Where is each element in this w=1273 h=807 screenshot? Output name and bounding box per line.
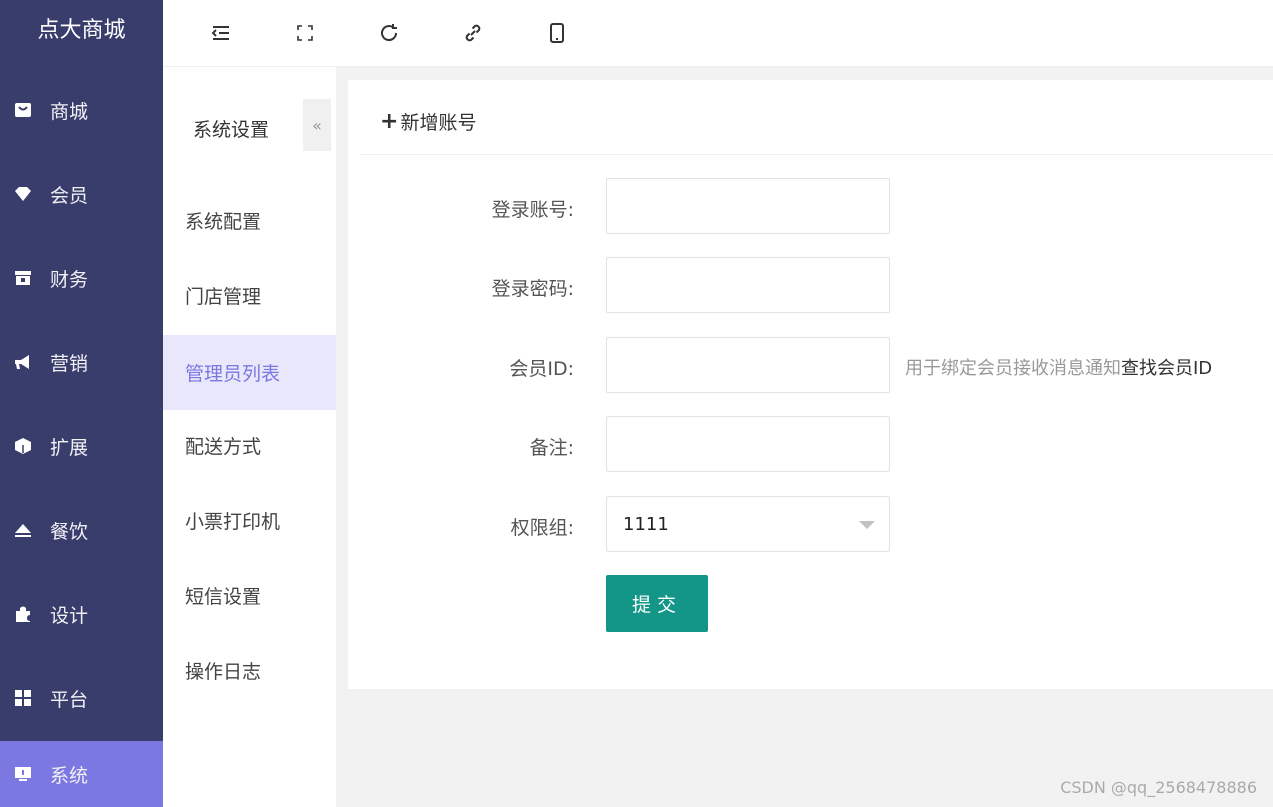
app-root: 点大商城 商城 会员 财务 营销 扩展 餐饮 设计 平台 系统 系统设置 « 系… [0,0,1273,807]
sidebar-item-catering[interactable]: 餐饮 [0,497,163,563]
sidebar-item-label: 营销 [50,352,89,375]
cube-icon [12,435,34,457]
remark-label: 备注: [529,437,574,459]
permission-group-label: 权限组: [510,517,574,539]
member-id-input[interactable] [606,337,890,393]
sidebar-item-finance[interactable]: 财务 [0,245,163,311]
member-id-hint-text: 用于绑定会员接收消息通知 [905,358,1121,379]
submenu-item-admin-list[interactable]: 管理员列表 [163,335,336,410]
sidebar-item-platform[interactable]: 平台 [0,665,163,731]
watermark: CSDN @qq_2568478886 [1060,778,1257,797]
store-icon [12,99,34,121]
account-label: 登录账号: [491,199,574,221]
brand-title: 点大商城 [37,18,126,43]
wallet-icon [12,267,34,289]
admin-form-card: + 新增账号 登录账号: 登录密码: 会员ID: 用于绑定会员接收消息通知查找会… [348,80,1273,689]
megaphone-icon [12,351,34,373]
diamond-icon [12,183,34,205]
password-input[interactable] [606,257,890,313]
sidebar-item-label: 平台 [50,688,89,711]
sidebar-item-system[interactable]: 系统 [0,741,163,807]
submit-button[interactable]: 提交 [606,575,708,632]
sidebar-item-design[interactable]: 设计 [0,581,163,647]
menu-fold-icon[interactable] [205,17,237,49]
find-member-id-link[interactable]: 查找会员ID [1121,358,1212,379]
sidebar-item-label: 会员 [50,184,89,207]
sidebar-item-extension[interactable]: 扩展 [0,413,163,479]
remark-input[interactable] [606,416,890,472]
puzzle-icon [12,603,34,625]
plus-icon: + [380,108,399,134]
eject-icon [12,519,34,541]
monitor-icon [12,763,34,785]
sidebar-item-label: 设计 [50,604,89,627]
submenu-item-printer[interactable]: 小票打印机 [163,483,336,558]
member-id-hint: 用于绑定会员接收消息通知查找会员ID [905,354,1212,380]
sidebar-item-member[interactable]: 会员 [0,161,163,227]
grid-icon [12,687,34,709]
sidebar-item-label: 财务 [50,268,89,291]
sidebar-item-label: 商城 [50,100,89,123]
submenu-item-system-config[interactable]: 系统配置 [163,183,336,258]
sidebar-item-label: 扩展 [50,436,89,459]
system-submenu: 系统设置 « 系统配置 门店管理 管理员列表 配送方式 小票打印机 短信设置 操… [163,67,336,807]
permission-group-select[interactable]: 1111 [606,496,890,552]
card-header: + 新增账号 [360,80,1273,155]
caret-down-icon [859,521,875,529]
submenu-item-sms[interactable]: 短信设置 [163,558,336,633]
submenu-item-delivery[interactable]: 配送方式 [163,408,336,483]
account-input[interactable] [606,178,890,234]
member-id-label: 会员ID: [509,358,574,380]
sidebar-item-marketing[interactable]: 营销 [0,329,163,395]
password-label: 登录密码: [491,278,574,300]
fullscreen-icon[interactable] [289,17,321,49]
permission-group-value: 1111 [623,513,669,535]
submenu-item-operation-log[interactable]: 操作日志 [163,633,336,708]
add-account-label: 新增账号 [400,112,477,134]
sidebar-item-label: 系统 [50,764,89,787]
main-sidebar: 点大商城 商城 会员 财务 营销 扩展 餐饮 设计 平台 系统 [0,0,163,807]
top-toolbar [163,0,1273,67]
submenu-title: 系统设置 [193,119,270,141]
sidebar-item-store[interactable]: 商城 [0,77,163,143]
mobile-icon[interactable] [541,17,573,49]
link-icon[interactable] [457,17,489,49]
sidebar-item-label: 餐饮 [50,520,89,543]
add-account-button[interactable]: + 新增账号 [380,108,476,135]
submenu-item-store-management[interactable]: 门店管理 [163,258,336,333]
collapse-button[interactable]: « [303,99,331,151]
refresh-icon[interactable] [373,17,405,49]
